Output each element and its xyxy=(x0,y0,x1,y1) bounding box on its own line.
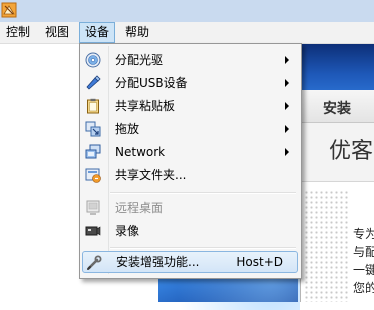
installer-heading: 优客 xyxy=(329,139,374,164)
remote-desktop-icon xyxy=(86,200,100,215)
installer-header: 安装 xyxy=(301,90,374,123)
virtualbox-app-icon[interactable] xyxy=(1,2,17,18)
menu-item-label: Network xyxy=(115,145,166,159)
menu-item-label: 拖放 xyxy=(115,122,140,136)
video-capture-icon xyxy=(85,226,101,236)
menu-item-label: 共享粘贴板 xyxy=(115,99,176,113)
menu-help[interactable]: 帮助 xyxy=(120,22,154,43)
menu-item-video-capture[interactable]: 录像 xyxy=(82,220,298,242)
menu-item-label: 远程桌面 xyxy=(115,201,164,215)
installer-tab[interactable]: 安装 xyxy=(323,98,351,118)
installer-line: 您的 xyxy=(353,281,374,295)
menu-item-remote-desktop[interactable]: 远程桌面 xyxy=(82,197,298,219)
menu-separator xyxy=(110,247,296,249)
window-titlebar xyxy=(0,0,374,22)
menu-item-shared-folders[interactable]: 共享文件夹... xyxy=(82,164,298,186)
menu-item-optical-drives[interactable]: 分配光驱 xyxy=(82,49,298,71)
menu-item-shared-clipboard[interactable]: 共享粘贴板 xyxy=(82,95,298,117)
installer-line: 与配 xyxy=(353,245,374,259)
drag-drop-icon xyxy=(85,121,101,137)
menu-item-label: 分配光驱 xyxy=(115,53,164,67)
menu-item-label: 分配USB设备 xyxy=(115,76,188,90)
menu-item-install-guest-additions[interactable]: 安装增强功能... Host+D xyxy=(82,251,298,273)
installer-line: 一键 xyxy=(353,263,374,277)
menu-item-drag-and-drop[interactable]: 拖放 xyxy=(82,118,298,140)
menu-devices[interactable]: 设备 xyxy=(79,22,116,43)
devices-dropdown-menu: 分配光驱 分配USB设备 共享粘贴板 拖放 Network 共享文件夹... 远… xyxy=(79,43,302,279)
guest-additions-icon xyxy=(87,255,102,270)
clipboard-icon xyxy=(87,98,99,114)
submenu-arrow-icon xyxy=(285,79,289,87)
menu-separator xyxy=(110,192,296,194)
optical-disc-icon xyxy=(85,52,101,68)
menu-bar: 控制 视图 设备 帮助 xyxy=(0,22,374,44)
submenu-arrow-icon xyxy=(285,102,289,110)
installer-line: 专为 xyxy=(353,227,374,241)
submenu-arrow-icon xyxy=(285,56,289,64)
usb-pen-icon xyxy=(86,75,101,90)
menu-control[interactable]: 控制 xyxy=(1,22,35,43)
menu-item-usb-devices[interactable]: 分配USB设备 xyxy=(82,72,298,94)
installer-banner: 优客 xyxy=(301,123,374,182)
menu-item-shortcut: Host+D xyxy=(236,255,283,269)
menu-item-network[interactable]: Network xyxy=(82,141,298,163)
menu-item-label: 共享文件夹... xyxy=(115,168,187,182)
shared-folder-icon xyxy=(85,168,101,183)
menu-item-label: 安装增强功能... xyxy=(116,255,200,269)
network-icon xyxy=(85,144,101,159)
submenu-arrow-icon xyxy=(285,148,289,156)
menu-item-label: 录像 xyxy=(115,224,140,238)
submenu-arrow-icon xyxy=(285,125,289,133)
installer-dot-pattern xyxy=(304,190,350,302)
menu-view[interactable]: 视图 xyxy=(40,22,74,43)
